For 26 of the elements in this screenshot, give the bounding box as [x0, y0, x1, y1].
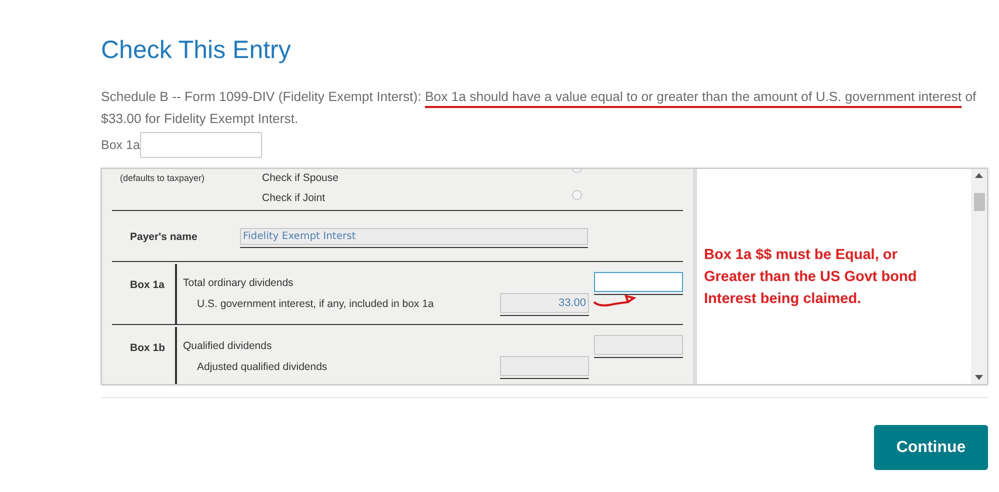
amount-field[interactable] [500, 356, 589, 376]
line-label: Adjusted qualified dividends [197, 360, 328, 375]
owner-note: (defaults to taxpayer) [119, 172, 206, 185]
error-message: Schedule B -- Form 1099-DIV (Fidelity Exempt Interst): Box 1a should have a value equal to or greater than the amount of U.S. government interest of $33.00 for Fidelity Exempt Interst. [101, 88, 978, 128]
line-label: Qualified dividends [183, 338, 272, 354]
radio-button[interactable] [572, 190, 582, 200]
field-label: Box 1a [101, 136, 140, 154]
box-label: Box 1a [130, 279, 164, 291]
scroll-up-icon[interactable] [975, 173, 983, 178]
continue-button[interactable]: Continue [874, 425, 988, 470]
option-label: Check if Spouse [262, 171, 340, 186]
line-label: U.S. government interest, if any, included in box 1a [197, 296, 435, 312]
scroll-thumb[interactable] [974, 192, 984, 210]
box-label: Box 1b [130, 342, 166, 354]
scroll-down-icon[interactable] [975, 375, 983, 380]
input-field[interactable] [140, 132, 262, 158]
annotation-note: Box 1a $$ must be Equal, or Greater than the US Govt bond Interest being claimed. [704, 246, 918, 308]
amount-field[interactable] [594, 272, 683, 292]
amount-field[interactable]: 33.00 [500, 293, 589, 313]
option-label: Check if Joint [262, 191, 326, 206]
payer-label: Payer's name [129, 230, 198, 245]
page-title: Check This Entry [101, 35, 291, 66]
scrollbar[interactable] [971, 169, 987, 384]
payer-name-field[interactable]: Fidelity Exempt Interst [240, 228, 588, 244]
amount-field[interactable] [594, 335, 683, 355]
line-label: Total ordinary dividends [183, 276, 294, 291]
